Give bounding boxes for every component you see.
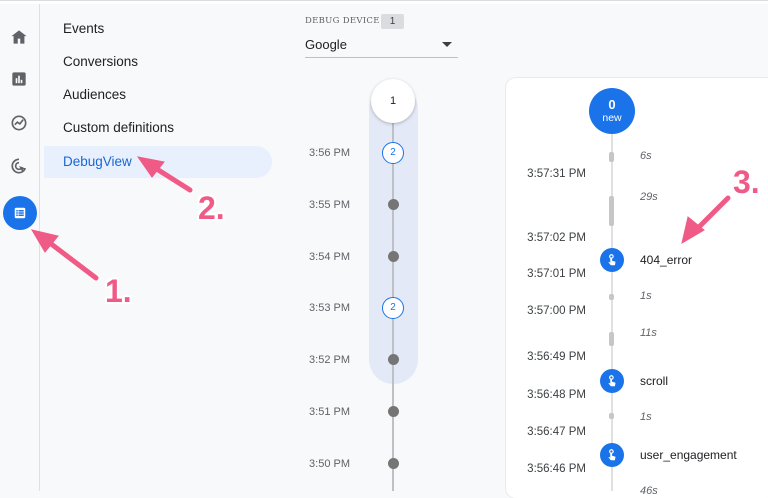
annotation-step-1: 1.: [105, 273, 132, 309]
annotation-arrowhead-3: [681, 216, 705, 245]
annotation-step-3: 3.: [733, 164, 760, 200]
annotation-step-2: 2.: [198, 190, 225, 226]
annotation-arrow-1: [43, 237, 99, 281]
annotation-arrows: [30, 156, 731, 281]
